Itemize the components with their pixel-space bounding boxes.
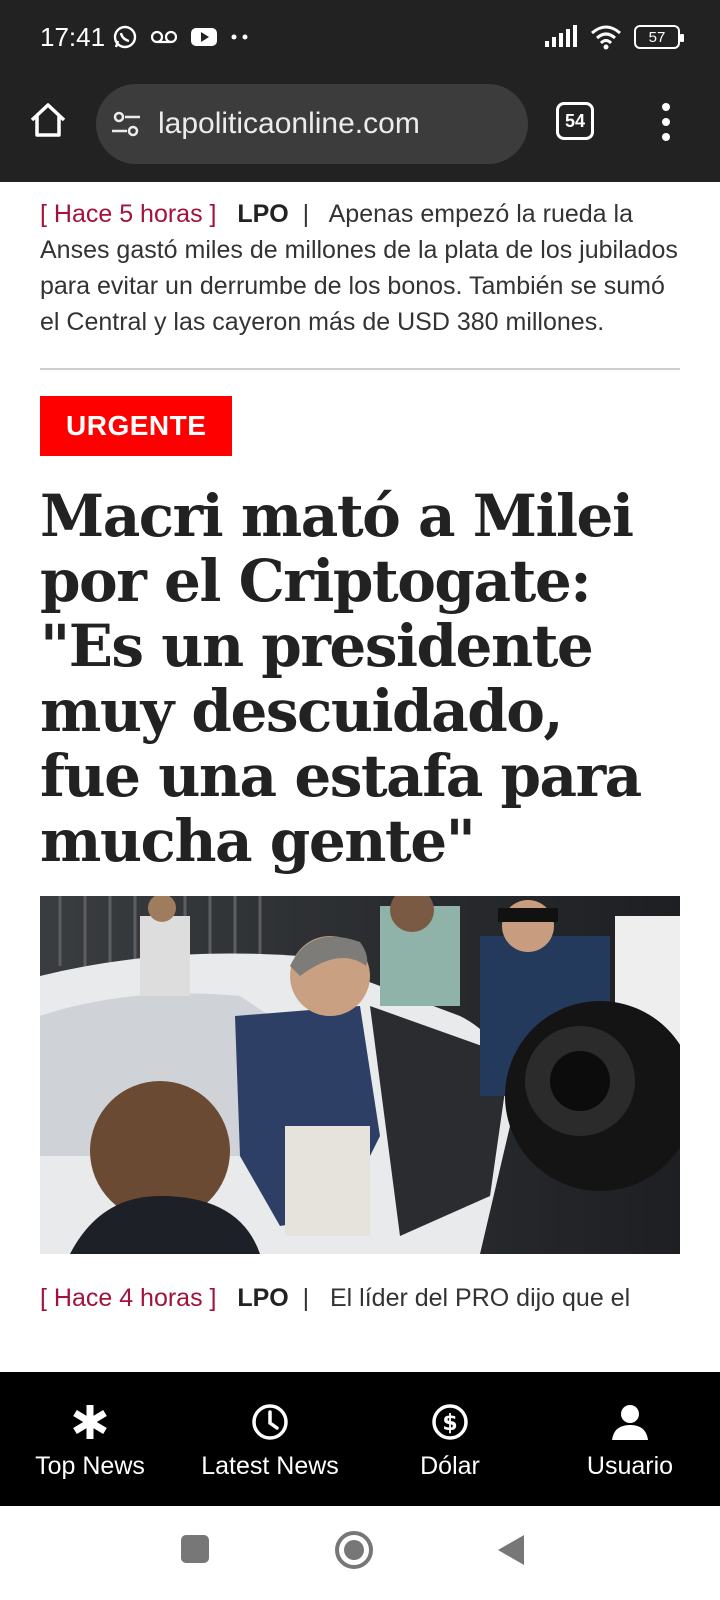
article-time: [ Hace 5 horas ] [40, 200, 217, 228]
user-icon [612, 1405, 648, 1440]
article-time: [ Hace 4 horas ] [40, 1284, 217, 1312]
nav-item-dolar[interactable]: $ Dólar [360, 1372, 540, 1506]
browser-toolbar: lapoliticaonline.com 54 [0, 82, 720, 164]
status-bar: 17:41 57 [0, 0, 720, 80]
recents-icon[interactable] [180, 1534, 210, 1564]
system-status-icons: 57 [544, 24, 684, 50]
youtube-icon [191, 28, 217, 46]
meta-separator: | [302, 200, 310, 228]
asterisk-icon [73, 1405, 107, 1439]
status-time: 17:41 [40, 22, 106, 52]
article-summary-text: El líder del PRO dijo que el [329, 1284, 631, 1312]
address-bar[interactable]: lapoliticaonline.com [96, 84, 528, 164]
wifi-icon [591, 25, 621, 50]
url-text: lapoliticaonline.com [158, 107, 420, 140]
site-settings-icon[interactable] [110, 108, 142, 140]
back-icon[interactable] [496, 1534, 526, 1566]
home-circle-icon[interactable] [334, 1530, 374, 1570]
nav-label: Latest News [201, 1452, 339, 1480]
signal-icon [545, 25, 577, 47]
bottom-nav: Top News Latest News $ Dólar Usuario [0, 1372, 720, 1506]
overflow-menu-icon[interactable] [656, 100, 676, 144]
tab-switcher-button[interactable]: 54 [556, 102, 594, 140]
article-feed: [ Hace 5 horas ] LPO | Apenas empezó la … [40, 196, 680, 1316]
nav-label: Usuario [586, 1452, 674, 1480]
home-icon[interactable] [28, 100, 68, 140]
article-source: LPO [237, 200, 289, 228]
whatsapp-icon [113, 25, 137, 49]
article-photo[interactable] [40, 896, 680, 1254]
nav-item-top-news[interactable]: Top News [0, 1372, 180, 1506]
battery-level: 57 [648, 28, 666, 46]
urgent-badge: URGENTE [40, 396, 233, 456]
article-headline[interactable]: Macri mató a Milei por el Criptogate: "E… [40, 484, 680, 874]
voicemail-icon [150, 30, 178, 44]
meta-separator: | [302, 1284, 310, 1312]
article-source: LPO [237, 1284, 289, 1312]
browser-chrome: 17:41 57 lapoliticaonline.com 54 [0, 0, 720, 182]
svg-text:$: $ [442, 1411, 457, 1436]
notification-icons [112, 24, 250, 50]
previous-article-summary[interactable]: [ Hace 5 horas ] LPO | Apenas empezó la … [40, 196, 680, 340]
nav-item-latest-news[interactable]: Latest News [180, 1372, 360, 1506]
divider [40, 368, 680, 370]
nav-label: Dólar [420, 1452, 480, 1480]
nav-item-usuario[interactable]: Usuario [540, 1372, 720, 1506]
system-navigation-bar [0, 1506, 720, 1600]
tab-count: 54 [564, 110, 586, 131]
more-dots-icon [231, 34, 248, 40]
clock-icon [252, 1404, 288, 1440]
battery-icon: 57 [634, 25, 684, 49]
nav-label: Top News [35, 1452, 145, 1480]
dollar-icon: $ [432, 1404, 468, 1440]
article-photo-illustration [40, 896, 680, 1254]
main-article-meta[interactable]: [ Hace 4 horas ] LPO | El líder del PRO … [40, 1280, 680, 1316]
